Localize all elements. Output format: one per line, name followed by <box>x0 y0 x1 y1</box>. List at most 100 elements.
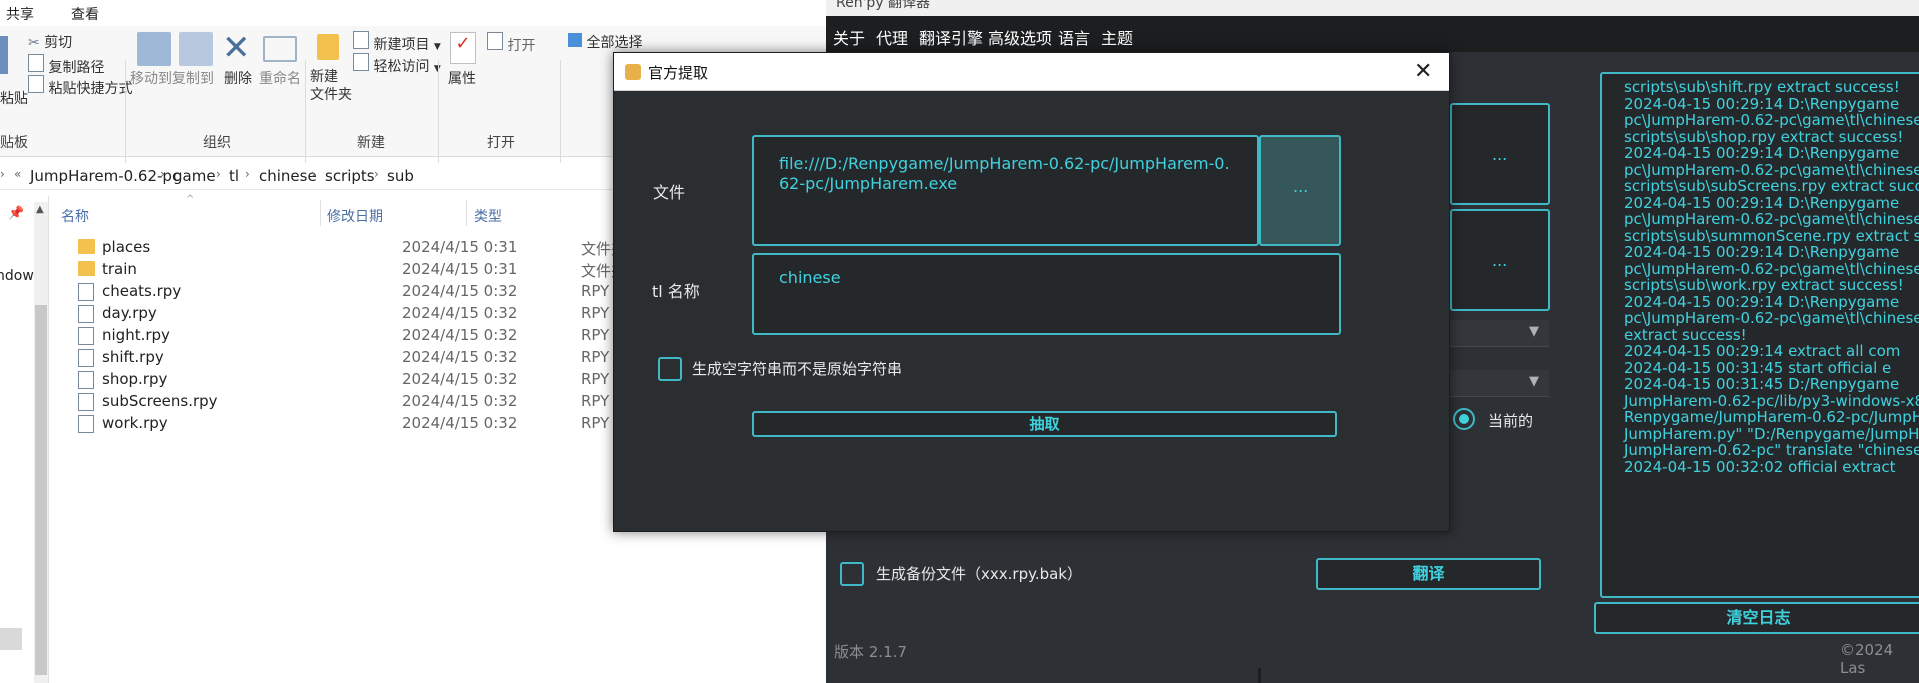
tl-name-value: chinese <box>779 268 841 287</box>
menu-bar: 关于 代理 翻译引擎 高级选项 语言 主题 <box>826 16 1919 52</box>
log-line: 2024-04-15 00:29:14 D:\Renpygame <box>1624 193 1900 212</box>
column-header-date[interactable]: 修改日期 <box>327 206 383 226</box>
paste-button[interactable]: 粘贴 <box>0 88 28 108</box>
extract-button[interactable]: 抽取 <box>752 411 1337 437</box>
file-name: train <box>102 260 137 278</box>
paste-shortcut-label: 粘贴快捷方式 <box>48 81 133 97</box>
menu-proxy[interactable]: 代理 <box>876 25 908 49</box>
log-line: 2024-04-15 00:29:14 D:\Renpygame <box>1624 94 1900 113</box>
empty-string-checkbox[interactable] <box>658 357 682 381</box>
cut-button[interactable]: ✂ 剪切 <box>28 32 72 52</box>
file-icon <box>78 393 94 411</box>
divider <box>1258 668 1261 683</box>
radio-current[interactable] <box>1453 408 1475 430</box>
file-date: 2024/4/15 0:32 <box>402 414 518 432</box>
nav-item[interactable]: ndow <box>0 268 34 284</box>
browse-button-2[interactable]: ... <box>1450 209 1550 311</box>
chevron-down-icon: ▼ <box>1529 374 1539 389</box>
backup-checkbox-label: 生成备份文件（xxx.rpy.bak） <box>876 565 1082 583</box>
dropdown-2[interactable]: ▼ <box>1450 370 1549 397</box>
log-line: JumpHarem-0.62-pc/lib/py3-windows-x86 <box>1624 391 1919 410</box>
log-line: JumpHarem-0.62-pc" translate "chinese" <box>1624 441 1919 459</box>
chevron-right-icon: › <box>374 167 379 181</box>
divider <box>466 200 467 226</box>
window-title: Ren'py 翻译器 <box>836 0 931 11</box>
file-date: 2024/4/15 0:32 <box>402 304 518 322</box>
copy-path-button[interactable]: 复制路径 <box>28 54 104 77</box>
properties-button[interactable]: 属性 <box>448 68 476 88</box>
menu-advanced[interactable]: 高级选项 <box>988 25 1052 49</box>
translate-button[interactable]: 翻译 <box>1316 558 1541 590</box>
breadcrumb-item[interactable]: scripts <box>325 167 375 185</box>
divider <box>560 60 561 172</box>
rename-icon <box>263 36 297 62</box>
log-panel[interactable]: scripts\sub\shift.rpy extract success! 20… <box>1600 72 1919 598</box>
ribbon-tab-view[interactable]: 查看 <box>71 4 99 24</box>
rename-button[interactable]: 重命名 <box>259 68 301 88</box>
clear-log-button[interactable]: 清空日志 <box>1594 602 1919 634</box>
column-header-type[interactable]: 类型 <box>474 206 502 226</box>
column-header-name[interactable]: 名称 <box>61 206 89 226</box>
file-type: RPY <box>581 282 610 300</box>
overflow-chevron-icon[interactable]: « <box>14 167 21 181</box>
backup-checkbox[interactable] <box>840 562 864 586</box>
easy-access-button[interactable]: 轻松访问 ▼ <box>353 53 441 76</box>
file-path-field[interactable]: file:///D:/Renpygame/JumpHarem-0.62-pc/J… <box>752 135 1259 246</box>
folder-icon <box>78 239 95 254</box>
delete-button[interactable]: 删除 <box>224 68 252 88</box>
new-item-button[interactable]: 新建项目 ▼ <box>353 31 441 54</box>
breadcrumb-item[interactable]: sub <box>387 167 414 185</box>
menu-about[interactable]: 关于 <box>833 25 865 49</box>
file-name: shop.rpy <box>102 370 168 388</box>
paste-shortcut-button[interactable]: 粘贴快捷方式 <box>28 75 132 98</box>
nav-selection[interactable] <box>0 628 22 650</box>
log-line: pc\JumpHarem-0.62-pc\game\tl\chinese <box>1624 160 1919 179</box>
new-folder-button[interactable]: 新建 文件夹 <box>310 68 352 104</box>
easy-access-label: 轻松访问 <box>373 59 430 75</box>
file-icon <box>78 305 94 323</box>
open-button[interactable]: 打开 <box>487 32 535 55</box>
file-name: shift.rpy <box>102 348 164 366</box>
file-icon <box>78 371 94 389</box>
pin-icon[interactable]: 📌 <box>8 206 24 221</box>
file-date: 2024/4/15 0:32 <box>402 282 518 300</box>
divider <box>438 60 439 172</box>
move-to-button[interactable]: 移动到 <box>130 68 172 88</box>
log-line: 2024-04-15 00:29:14 extract all com <box>1624 342 1901 360</box>
file-type: RPY <box>581 392 610 410</box>
file-icon <box>78 283 94 301</box>
breadcrumb-item[interactable]: JumpHarem-0.62-pc <box>30 167 180 185</box>
browse-label: ... <box>1492 251 1508 270</box>
close-icon[interactable]: ✕ <box>1414 59 1432 84</box>
breadcrumb-item[interactable]: game <box>173 167 216 185</box>
log-line: 2024-04-15 00:29:14 D:\Renpygame <box>1624 144 1900 162</box>
group-label-organize: 组织 <box>203 135 231 151</box>
dropdown-1[interactable]: ▼ <box>1450 320 1549 347</box>
tl-name-field[interactable]: chinese <box>752 253 1341 335</box>
app-icon <box>625 64 641 80</box>
log-line: 2024-04-15 00:31:45 D:/Renpygame <box>1624 375 1900 393</box>
breadcrumb-item[interactable]: chinese <box>259 167 317 185</box>
menu-theme[interactable]: 主题 <box>1101 25 1133 49</box>
browse-button-1[interactable]: ... <box>1450 103 1550 205</box>
select-all-button[interactable]: 全部选择 <box>568 32 642 52</box>
browse-label: ... <box>1293 177 1309 196</box>
tl-name-label: tl 名称 <box>652 282 700 301</box>
scroll-up-icon[interactable]: ▲ <box>36 204 44 215</box>
paste-shortcut-icon <box>28 75 44 93</box>
breadcrumb-item[interactable]: tl <box>229 167 239 185</box>
scrollbar-thumb[interactable] <box>35 305 47 675</box>
group-label-open: 打开 <box>487 135 515 151</box>
group-label-clipboard: 贴板 <box>0 135 28 151</box>
menu-language[interactable]: 语言 <box>1058 25 1090 49</box>
file-type: RPY <box>581 414 610 432</box>
file-browse-button[interactable]: ... <box>1259 135 1341 246</box>
log-line: scripts\sub\shift.rpy extract success! <box>1624 78 1900 96</box>
menu-engine[interactable]: 翻译引擎 <box>919 25 983 49</box>
ribbon-tab-share[interactable]: 共享 <box>6 4 34 24</box>
chevron-right-icon: › <box>160 167 165 181</box>
copy-to-button[interactable]: 复制到 <box>172 68 214 88</box>
file-date: 2024/4/15 0:32 <box>402 326 518 344</box>
log-line: 2024-04-15 00:29:14 D:\Renpygame <box>1624 292 1900 311</box>
sort-ascending-icon: ^ <box>186 194 195 205</box>
